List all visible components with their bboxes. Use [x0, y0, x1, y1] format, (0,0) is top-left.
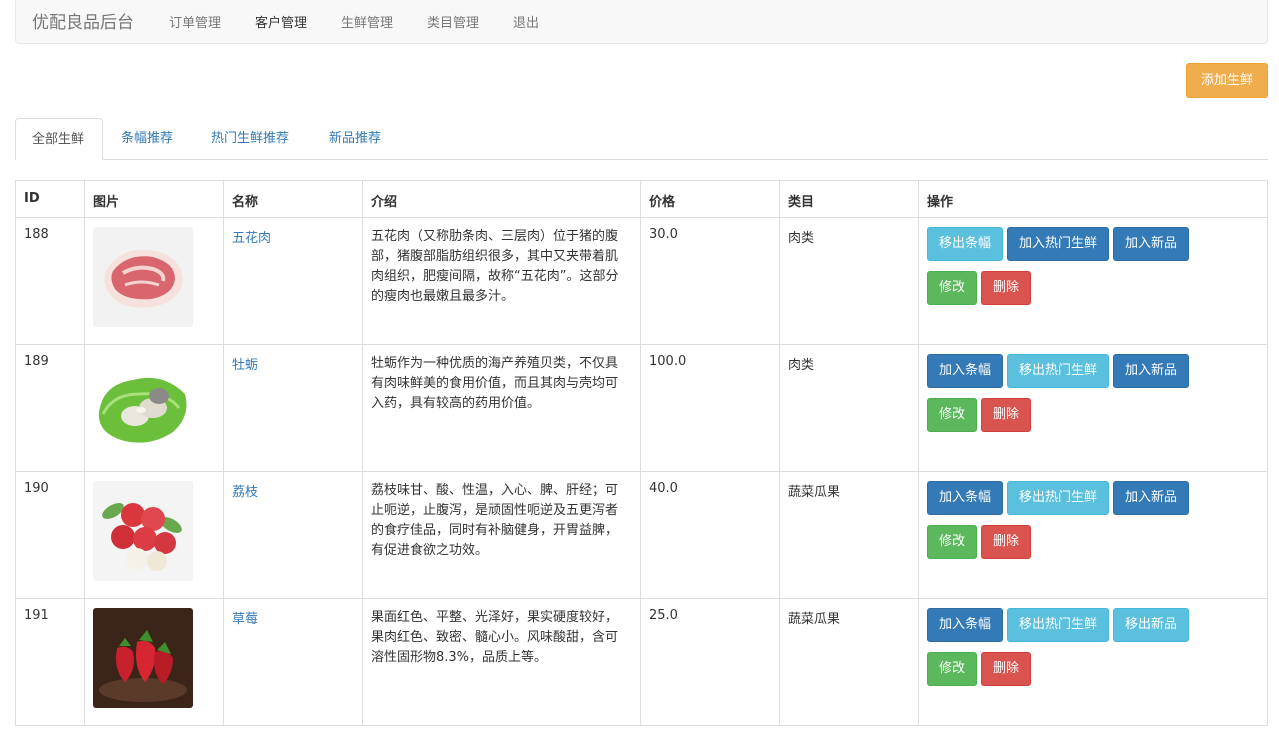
header-category: 类目 — [779, 180, 919, 218]
add-banner-button[interactable]: 加入条幅 — [927, 481, 1004, 515]
cell-actions: 加入条幅 移出热门生鲜 加入新品 修改 删除 — [918, 344, 1268, 472]
add-banner-button[interactable]: 加入条幅 — [927, 354, 1004, 388]
edit-button[interactable]: 修改 — [927, 398, 978, 432]
product-description: 五花肉（又称肋条肉、三层肉）位于猪的腹部，猪腹部脂肪组织很多，其中又夹带着肌肉组… — [371, 229, 619, 304]
cell-name: 荔枝 — [223, 471, 363, 599]
remove-new-button[interactable]: 移出新品 — [1113, 608, 1190, 642]
header-actions: 操作 — [918, 180, 1268, 218]
product-name-link[interactable]: 草莓 — [232, 612, 258, 627]
delete-button[interactable]: 删除 — [981, 271, 1032, 305]
table-row: 191 草莓 果面红色、平整、光泽好，果实硬度较好，果肉红色、致密、髓心小。风味… — [15, 598, 1268, 726]
add-hot-button[interactable]: 加入热门生鲜 — [1007, 227, 1110, 261]
cell-image — [84, 471, 224, 599]
header-price: 价格 — [640, 180, 780, 218]
cell-desc: 果面红色、平整、光泽好，果实硬度较好，果肉红色、致密、髓心小。风味酸甜，含可溶性… — [362, 598, 641, 726]
tab-new[interactable]: 新品推荐 — [313, 118, 397, 160]
table-header-row: ID 图片 名称 介绍 价格 类目 操作 — [15, 180, 1268, 218]
nav-categories[interactable]: 类目管理 — [427, 12, 479, 31]
fresh-table: ID 图片 名称 介绍 价格 类目 操作 188 五花肉 五花肉（又称肋条肉、三… — [15, 180, 1268, 726]
cell-actions: 加入条幅 移出热门生鲜 移出新品 修改 删除 — [918, 598, 1268, 726]
header-id: ID — [15, 180, 85, 218]
table-row: 190 荔枝 荔枝味甘、酸、性温，入心、脾、肝经；可止呃逆，止腹泻，是顽固性呃逆… — [15, 471, 1268, 599]
cell-category: 蔬菜瓜果 — [779, 598, 919, 726]
cell-price: 30.0 — [640, 217, 780, 345]
oyster-image — [93, 354, 193, 454]
product-name-link[interactable]: 荔枝 — [232, 485, 258, 500]
cell-id: 190 — [15, 471, 85, 599]
cell-actions: 加入条幅 移出热门生鲜 加入新品 修改 删除 — [918, 471, 1268, 599]
nav-customers[interactable]: 客户管理 — [255, 12, 307, 31]
cell-image — [84, 217, 224, 345]
remove-hot-button[interactable]: 移出热门生鲜 — [1007, 481, 1110, 515]
pork-belly-image — [93, 227, 193, 327]
strawberry-image — [93, 608, 193, 708]
tab-banner[interactable]: 条幅推荐 — [105, 118, 189, 160]
add-new-button[interactable]: 加入新品 — [1113, 354, 1190, 388]
cell-desc: 五花肉（又称肋条肉、三层肉）位于猪的腹部，猪腹部脂肪组织很多，其中又夹带着肌肉组… — [362, 217, 641, 345]
product-name-link[interactable]: 牡蛎 — [232, 358, 258, 373]
cell-name: 五花肉 — [223, 217, 363, 345]
add-new-button[interactable]: 加入新品 — [1113, 227, 1190, 261]
add-new-button[interactable]: 加入新品 — [1113, 481, 1190, 515]
table-row: 188 五花肉 五花肉（又称肋条肉、三层肉）位于猪的腹部，猪腹部脂肪组织很多，其… — [15, 217, 1268, 345]
nav-orders[interactable]: 订单管理 — [169, 12, 221, 31]
remove-hot-button[interactable]: 移出热门生鲜 — [1007, 354, 1110, 388]
top-navbar: 优配良品后台 订单管理 客户管理 生鲜管理 类目管理 退出 — [15, 0, 1268, 44]
delete-button[interactable]: 删除 — [981, 398, 1032, 432]
header-name: 名称 — [223, 180, 363, 218]
table-row: 189 牡蛎 牡蛎作为一种优质的海产养殖贝类，不仅具有肉味鲜美的食用价值，而且其… — [15, 344, 1268, 472]
delete-button[interactable]: 删除 — [981, 652, 1032, 686]
category-tabs: 全部生鲜 条幅推荐 热门生鲜推荐 新品推荐 — [15, 118, 1268, 160]
cell-desc: 荔枝味甘、酸、性温，入心、脾、肝经；可止呃逆，止腹泻，是顽固性呃逆及五更泻者的食… — [362, 471, 641, 599]
tab-hot[interactable]: 热门生鲜推荐 — [195, 118, 305, 160]
cell-price: 40.0 — [640, 471, 780, 599]
add-banner-button[interactable]: 加入条幅 — [927, 608, 1004, 642]
remove-banner-button[interactable]: 移出条幅 — [927, 227, 1004, 261]
cell-name: 牡蛎 — [223, 344, 363, 472]
product-description: 荔枝味甘、酸、性温，入心、脾、肝经；可止呃逆，止腹泻，是顽固性呃逆及五更泻者的食… — [371, 483, 619, 558]
cell-id: 188 — [15, 217, 85, 345]
product-description: 牡蛎作为一种优质的海产养殖贝类，不仅具有肉味鲜美的食用价值，而且其肉与壳均可入药… — [371, 356, 619, 411]
brand-title[interactable]: 优配良品后台 — [32, 8, 134, 33]
header-image: 图片 — [84, 180, 224, 218]
cell-price: 25.0 — [640, 598, 780, 726]
tab-all[interactable]: 全部生鲜 — [15, 118, 103, 160]
nav-logout[interactable]: 退出 — [513, 12, 539, 31]
cell-actions: 移出条幅 加入热门生鲜 加入新品 修改 删除 — [918, 217, 1268, 345]
delete-button[interactable]: 删除 — [981, 525, 1032, 559]
cell-id: 191 — [15, 598, 85, 726]
remove-hot-button[interactable]: 移出热门生鲜 — [1007, 608, 1110, 642]
cell-price: 100.0 — [640, 344, 780, 472]
product-description: 果面红色、平整、光泽好，果实硬度较好，果肉红色、致密、髓心小。风味酸甜，含可溶性… — [371, 610, 619, 665]
lychee-image — [93, 481, 193, 581]
product-name-link[interactable]: 五花肉 — [232, 231, 271, 246]
cell-id: 189 — [15, 344, 85, 472]
edit-button[interactable]: 修改 — [927, 271, 978, 305]
cell-image — [84, 598, 224, 726]
cell-category: 肉类 — [779, 217, 919, 345]
cell-desc: 牡蛎作为一种优质的海产养殖贝类，不仅具有肉味鲜美的食用价值，而且其肉与壳均可入药… — [362, 344, 641, 472]
edit-button[interactable]: 修改 — [927, 652, 978, 686]
cell-image — [84, 344, 224, 472]
cell-category: 肉类 — [779, 344, 919, 472]
nav-fresh[interactable]: 生鲜管理 — [341, 12, 393, 31]
edit-button[interactable]: 修改 — [927, 525, 978, 559]
header-desc: 介绍 — [362, 180, 641, 218]
add-fresh-button[interactable]: 添加生鲜 — [1186, 63, 1268, 98]
cell-category: 蔬菜瓜果 — [779, 471, 919, 599]
cell-name: 草莓 — [223, 598, 363, 726]
